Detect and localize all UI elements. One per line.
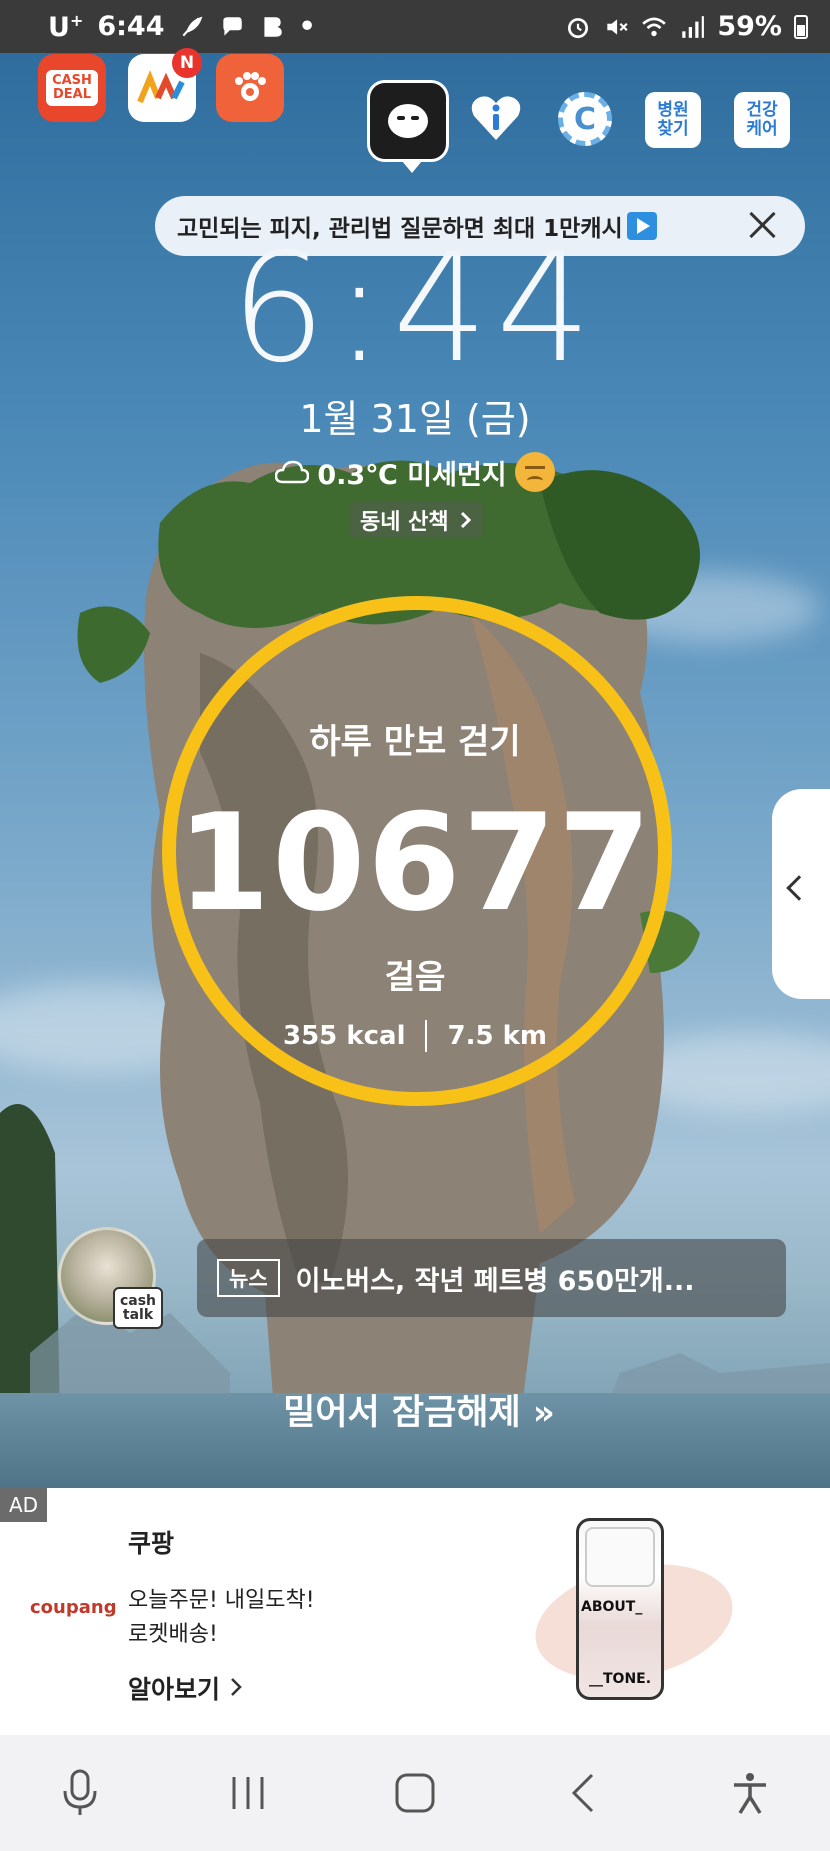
swipe-to-unlock[interactable]: 밀어서 잠금해제 » bbox=[0, 1384, 830, 1435]
cashdeal-app-icon[interactable]: CASH DEAL bbox=[38, 54, 106, 122]
back-button[interactable] bbox=[553, 1763, 613, 1823]
step-goal-title: 하루 만보 걷기 bbox=[309, 722, 521, 762]
walk-link-label: 동네 산책 bbox=[360, 510, 449, 535]
chevron-right-icon bbox=[230, 1678, 242, 1696]
feather-icon bbox=[182, 16, 202, 36]
status-dot: • bbox=[298, 11, 316, 42]
ad-banner[interactable]: AD coupang 쿠팡 오늘주문! 내일도착! 로켓배송! 알아보기 ABO… bbox=[0, 1488, 830, 1735]
new-badge: N bbox=[172, 48, 202, 78]
unlock-label: 밀어서 잠금해제 bbox=[283, 1393, 521, 1433]
status-left: U+ 6:44 • bbox=[48, 11, 316, 43]
status-right: 59% bbox=[565, 11, 808, 42]
coin-icon: C bbox=[573, 101, 597, 137]
cash-talk-tag[interactable]: cash talk bbox=[113, 1287, 163, 1329]
ad-copy-line1: 오늘주문! 내일도착! bbox=[128, 1588, 315, 1613]
alarm-icon bbox=[568, 17, 589, 38]
hospital-finder-app-icon[interactable]: 병원 찾기 bbox=[645, 92, 701, 148]
step-count: 10677 bbox=[176, 785, 654, 941]
coupang-logo: coupang bbox=[30, 1597, 117, 1618]
learn-more-label: 알아보기 bbox=[128, 1675, 221, 1704]
ad-brand: 쿠팡 bbox=[128, 1529, 175, 1558]
home-button[interactable] bbox=[385, 1763, 445, 1823]
news-tag: 뉴스 bbox=[217, 1259, 280, 1297]
bottle-label-1: ABOUT_ bbox=[581, 1599, 643, 1615]
foundation-bottle: ABOUT_ __TONE. bbox=[576, 1518, 664, 1700]
wifi-icon bbox=[642, 17, 667, 36]
microphone-icon bbox=[63, 1769, 97, 1815]
cashwalk-face-icon bbox=[388, 104, 428, 138]
status-bar: U+ 6:44 • 59% bbox=[0, 0, 830, 53]
cloud-icon bbox=[275, 460, 310, 484]
accessibility-icon bbox=[734, 1773, 766, 1814]
close-icon[interactable] bbox=[745, 208, 779, 242]
mart-app-icon[interactable]: N bbox=[128, 48, 202, 122]
side-panel-handle[interactable] bbox=[772, 789, 830, 999]
status-time: 6:44 bbox=[97, 11, 165, 42]
back-icon bbox=[571, 1773, 593, 1813]
navigation-bar bbox=[0, 1735, 830, 1851]
chat-bubble-icon bbox=[222, 16, 242, 36]
promo-banner[interactable]: 고민되는 피지, 관리법 질문하면 최대 1만캐시 bbox=[155, 196, 805, 256]
coin-app-icon[interactable]: C bbox=[558, 92, 612, 146]
carrier-label: U+ bbox=[48, 10, 84, 43]
news-ticker[interactable]: 뉴스 이노버스, 작년 페트병 650만개... bbox=[197, 1239, 786, 1317]
recent-apps-icon bbox=[232, 1777, 263, 1809]
stats-divider bbox=[425, 1020, 428, 1052]
ad-label: AD bbox=[0, 1488, 47, 1522]
ad-product-image: ABOUT_ __TONE. bbox=[524, 1512, 804, 1712]
dust-face-icon bbox=[514, 452, 555, 492]
ad-learn-more[interactable]: 알아보기 bbox=[128, 1670, 243, 1706]
accessibility-button[interactable] bbox=[720, 1763, 780, 1823]
ad-copy-line2: 로켓배송! bbox=[128, 1622, 218, 1647]
neighborhood-walk-link[interactable]: 동네 산책 bbox=[350, 502, 483, 538]
kcal-value: 355 kcal bbox=[283, 1021, 406, 1051]
health-care-app-icon[interactable]: 건강 케어 bbox=[734, 92, 790, 148]
info-heart-app-icon[interactable] bbox=[470, 92, 522, 144]
paw-icon bbox=[235, 72, 266, 101]
battery-percent: 59% bbox=[717, 11, 782, 42]
home-icon bbox=[395, 1773, 435, 1813]
double-chevron-icon: » bbox=[532, 1393, 555, 1433]
microphone-button[interactable] bbox=[50, 1763, 110, 1823]
cashwalk-app-icon[interactable] bbox=[367, 80, 449, 173]
bottle-cap bbox=[585, 1527, 655, 1587]
play-icon bbox=[626, 212, 657, 240]
recent-apps-button[interactable] bbox=[218, 1763, 278, 1823]
paw-app-icon[interactable] bbox=[216, 54, 284, 122]
promo-text: 고민되는 피지, 관리법 질문하면 최대 1만캐시 bbox=[177, 216, 623, 242]
mute-icon bbox=[607, 18, 628, 35]
lockscreen-date: 1월 31일 (금) bbox=[299, 397, 531, 441]
signal-icon bbox=[682, 15, 705, 38]
step-unit: 걸음 bbox=[384, 957, 446, 996]
step-stats: 355 kcal 7.5 km bbox=[0, 1020, 830, 1052]
temperature-text: 0.3℃ 미세먼지 bbox=[317, 459, 507, 491]
info-heart-icon bbox=[471, 96, 521, 140]
chevron-left-icon bbox=[786, 875, 812, 901]
bottle-label-2: __TONE. bbox=[589, 1671, 652, 1687]
battery-icon bbox=[794, 14, 808, 39]
b-app-icon bbox=[263, 16, 282, 37]
weather-summary[interactable]: 0.3℃ 미세먼지 bbox=[0, 452, 830, 492]
news-headline: 이노버스, 작년 페트병 650만개... bbox=[295, 1265, 695, 1297]
chevron-right-icon bbox=[460, 511, 471, 529]
distance-value: 7.5 km bbox=[447, 1021, 547, 1051]
